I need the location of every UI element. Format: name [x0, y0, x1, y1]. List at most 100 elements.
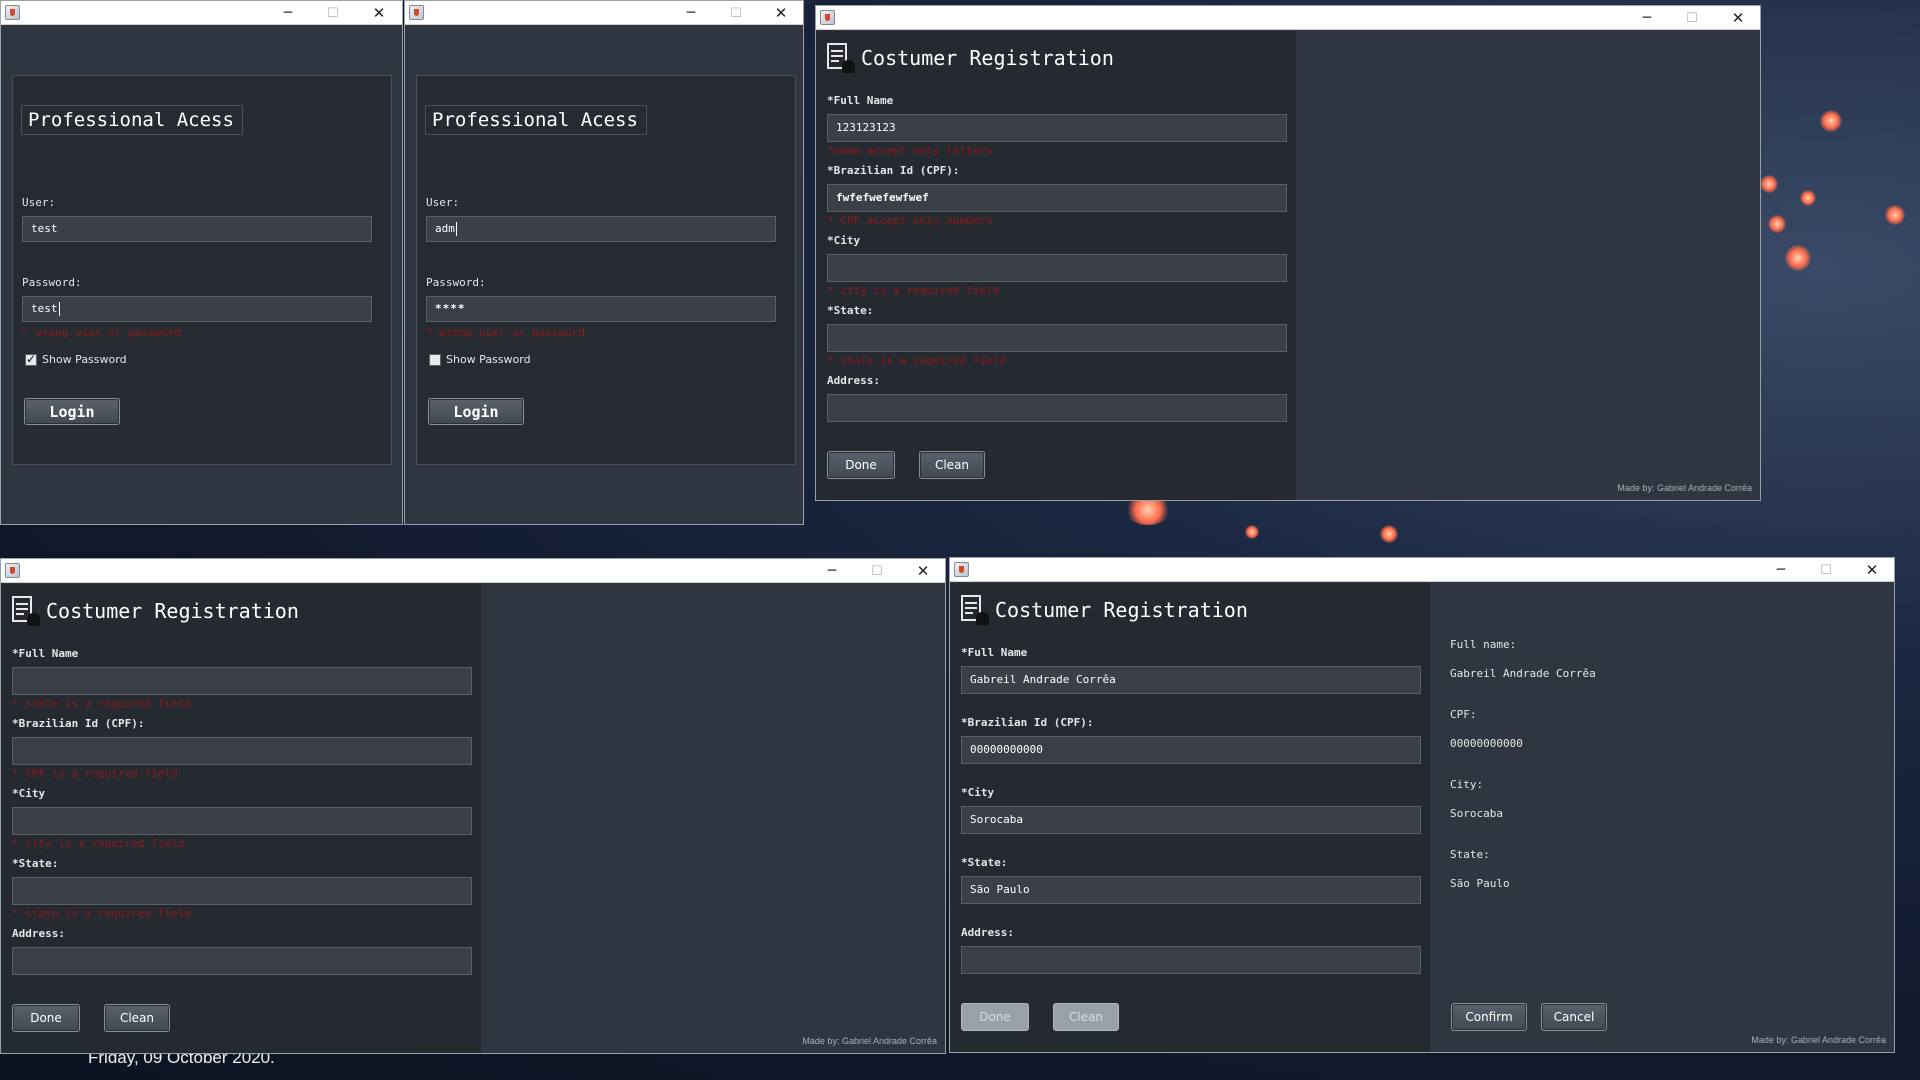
state-error: * state is a required field: [12, 907, 191, 920]
text-caret: [455, 222, 457, 236]
cancel-button[interactable]: Cancel: [1541, 1003, 1607, 1031]
summary-panel: Full name: Gabreil Andrade Corrêa CPF: 0…: [1430, 583, 1894, 1052]
title-bar[interactable]: ─ ☐ ✕: [1, 559, 945, 583]
full-name-input[interactable]: [12, 667, 472, 695]
close-icon[interactable]: ✕: [361, 1, 397, 25]
user-label: User:: [22, 196, 56, 209]
password-label: Password:: [426, 276, 486, 289]
text-caret: [58, 302, 60, 316]
close-icon[interactable]: ✕: [905, 559, 941, 583]
cpf-input[interactable]: [12, 737, 472, 765]
close-icon[interactable]: ✕: [1720, 6, 1756, 30]
minimize-icon[interactable]: ─: [270, 1, 306, 25]
city-input[interactable]: Sorocaba: [961, 806, 1421, 834]
done-button[interactable]: Done: [961, 1003, 1029, 1031]
address-label: Address:: [961, 926, 1014, 939]
minimize-icon[interactable]: ─: [1629, 6, 1665, 30]
state-label: *State:: [827, 304, 874, 317]
done-button[interactable]: Done: [12, 1004, 80, 1032]
state-input[interactable]: [827, 324, 1287, 352]
maximize-icon[interactable]: ☐: [859, 559, 895, 583]
city-label: *City: [827, 234, 861, 247]
password-input[interactable]: test: [22, 296, 372, 322]
summary-panel: Made by: Gabriel Andrade Corrêa: [481, 584, 945, 1053]
login-panel: Professional Acess User: test Password: …: [12, 75, 392, 465]
summary-city-label: City:: [1450, 778, 1484, 791]
registration-form-panel: Costumer Registration *Full Name 1231231…: [816, 31, 1296, 500]
registration-form-panel: Costumer Registration *Full Name * state…: [1, 584, 481, 1053]
address-label: Address:: [12, 927, 65, 940]
made-by-credit: Made by: Gabriel Andrade Corrêa: [802, 1036, 937, 1046]
registration-title-text: Costumer Registration: [46, 599, 299, 623]
title-bar[interactable]: ─ ☐ ✕: [1, 1, 402, 25]
city-error: * city is a required field: [12, 837, 185, 850]
full-name-input[interactable]: Gabreil Andrade Corrêa: [961, 666, 1421, 694]
city-error: * city is a required field: [827, 284, 1000, 297]
show-password-label: Show Password: [42, 353, 127, 366]
city-input[interactable]: [12, 807, 472, 835]
password-input[interactable]: ****: [426, 296, 776, 322]
address-input[interactable]: [827, 394, 1287, 422]
state-input[interactable]: São Paulo: [961, 876, 1421, 904]
address-input[interactable]: [12, 947, 472, 975]
clean-button[interactable]: Clean: [1053, 1003, 1119, 1031]
minimize-icon[interactable]: ─: [673, 1, 709, 25]
close-icon[interactable]: ✕: [1854, 558, 1890, 582]
title-bar[interactable]: ─ ☐ ✕: [405, 1, 803, 25]
cpf-label: *Brazilian Id (CPF):: [12, 717, 145, 730]
done-button[interactable]: Done: [827, 451, 895, 479]
login-panel: Professional Acess User: adm Password: *…: [416, 75, 796, 465]
state-input[interactable]: [12, 877, 472, 905]
title-bar[interactable]: ─ ☐ ✕: [950, 558, 1894, 582]
maximize-icon[interactable]: ☐: [718, 1, 754, 25]
background-lantern: [1820, 110, 1842, 132]
cpf-error: * CPF accept only numbers: [827, 214, 993, 227]
summary-cpf-label: CPF:: [1450, 708, 1477, 721]
title-bar[interactable]: ─ ☐ ✕: [816, 6, 1760, 30]
background-lantern: [1885, 205, 1905, 225]
clean-button[interactable]: Clean: [104, 1004, 170, 1032]
clean-button[interactable]: Clean: [919, 451, 985, 479]
state-label: *State:: [961, 856, 1008, 869]
made-by-credit: Made by: Gabriel Andrade Corrêa: [1617, 483, 1752, 493]
cpf-input[interactable]: 00000000000: [961, 736, 1421, 764]
show-password-checkbox[interactable]: Show Password: [429, 353, 531, 366]
cpf-label: *Brazilian Id (CPF):: [827, 164, 960, 177]
registration-title-text: Costumer Registration: [861, 46, 1114, 70]
registration-title: Costumer Registration: [827, 43, 1114, 73]
full-name-error: * state is a required field: [12, 697, 191, 710]
java-app-icon: [820, 10, 835, 25]
minimize-icon[interactable]: ─: [814, 559, 850, 583]
login-button[interactable]: Login: [428, 398, 524, 425]
city-input[interactable]: [827, 254, 1287, 282]
registration-title-text: Costumer Registration: [995, 598, 1248, 622]
customer-form-icon: [827, 43, 855, 73]
close-icon[interactable]: ✕: [763, 1, 799, 25]
full-name-error: *name accept only letters: [827, 144, 993, 157]
cpf-label: *Brazilian Id (CPF):: [961, 716, 1094, 729]
full-name-input[interactable]: 123123123: [827, 114, 1287, 142]
login-button[interactable]: Login: [24, 398, 120, 425]
background-lantern: [1760, 175, 1778, 193]
summary-panel: Made by: Gabriel Andrade Corrêa: [1296, 31, 1760, 500]
state-error: * state is a required field: [827, 354, 1006, 367]
minimize-icon[interactable]: ─: [1763, 558, 1799, 582]
registration-window: ─ ☐ ✕ Costumer Registration *Full Name 1…: [815, 5, 1761, 501]
confirm-button[interactable]: Confirm: [1451, 1003, 1527, 1031]
checkbox-icon[interactable]: [429, 353, 441, 366]
cpf-input[interactable]: fwfefwefewfwef: [827, 184, 1287, 212]
checkbox-icon[interactable]: [25, 352, 37, 366]
show-password-checkbox[interactable]: Show Password: [25, 352, 127, 366]
background-lantern: [1245, 525, 1259, 539]
maximize-icon[interactable]: ☐: [1808, 558, 1844, 582]
maximize-icon[interactable]: ☐: [315, 1, 351, 25]
java-app-icon: [409, 5, 424, 20]
maximize-icon[interactable]: ☐: [1674, 6, 1710, 30]
registration-form-panel: Costumer Registration *Full Name Gabreil…: [950, 583, 1430, 1052]
address-input[interactable]: [961, 946, 1421, 974]
made-by-credit: Made by: Gabriel Andrade Corrêa: [1751, 1035, 1886, 1045]
user-input[interactable]: adm: [426, 216, 776, 242]
login-error: * wrong user or password: [426, 326, 585, 339]
cpf-error: * CPF is a required field: [12, 767, 178, 780]
user-input[interactable]: test: [22, 216, 372, 242]
